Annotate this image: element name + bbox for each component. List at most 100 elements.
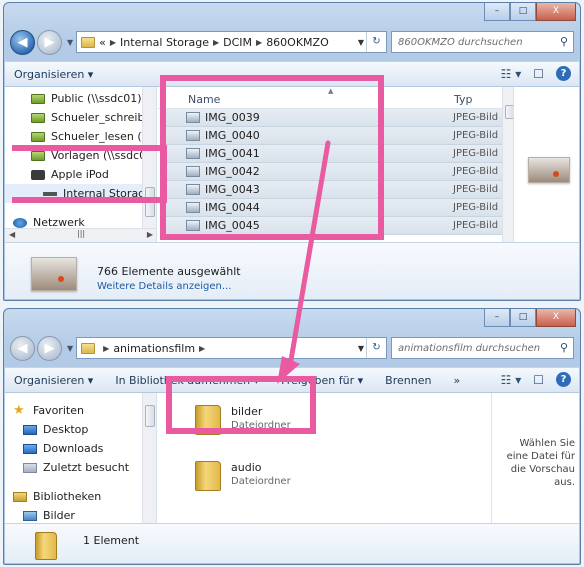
column-type[interactable]: Typ (454, 93, 473, 106)
back-button[interactable]: ◀ (10, 29, 35, 55)
organize-menu[interactable]: Organisieren ▾ (14, 68, 93, 81)
nav-item-label: Favoriten (33, 404, 84, 417)
view-options-icon[interactable]: ☷ ▾ (501, 373, 522, 387)
file-name: IMG_0042 (205, 165, 260, 178)
nav-item-label: Downloads (43, 442, 104, 455)
file-row[interactable]: IMG_0042 JPEG-Bild (160, 163, 515, 181)
folder-item-bilder[interactable]: bilder Dateiordner (195, 405, 291, 435)
file-row[interactable]: IMG_0045 JPEG-Bild (160, 217, 515, 235)
network-drive-icon (31, 112, 45, 123)
back-button[interactable]: ◀ (10, 335, 35, 361)
maximize-button[interactable]: □ (510, 3, 536, 21)
address-prefix[interactable]: « (99, 36, 106, 49)
close-button[interactable]: X (536, 309, 576, 327)
ipod-icon (31, 169, 45, 180)
column-header: ▲ Name Typ (158, 87, 517, 109)
preview-pane-icon[interactable]: ☐ (533, 373, 544, 387)
organize-menu[interactable]: Organisieren ▾ (14, 374, 93, 387)
nav-item-zuletzt-besucht[interactable]: Zuletzt besucht (5, 458, 156, 477)
share-with-menu[interactable]: Freigeben für ▾ (281, 374, 363, 387)
network-drive-icon (31, 150, 45, 161)
nav-item-downloads[interactable]: Downloads (5, 439, 156, 458)
nav-item-bilder[interactable]: Bilder (5, 506, 156, 523)
details-pane: 1 Element (5, 523, 579, 563)
nav-item-public-drive[interactable]: Public (\\ssdc01) (P:) (5, 89, 156, 108)
forward-arrow-icon: ▶ (44, 34, 55, 50)
item-count: 1 Element (83, 534, 140, 547)
minimize-button[interactable]: – (484, 3, 510, 21)
nav-horizontal-scrollbar[interactable]: ◀ ||| ▶ (5, 228, 156, 242)
network-icon (13, 217, 27, 228)
preview-message: Wählen Sie eine Datei für die Vorschau a… (506, 438, 575, 488)
file-row[interactable]: IMG_0044 JPEG-Bild (160, 199, 515, 217)
address-dropdown-icon[interactable]: ▼ (358, 344, 364, 353)
close-button[interactable]: X (536, 3, 576, 21)
more-commands-button[interactable]: » (453, 374, 460, 387)
address-bar[interactable]: « ▶ Internal Storage ▶ DCIM ▶ 860OKMZO ▼… (76, 31, 387, 53)
file-name: IMG_0041 (205, 147, 260, 160)
breadcrumb-dcim[interactable]: DCIM (223, 36, 252, 49)
nav-scrollbar[interactable] (142, 87, 156, 242)
nav-item-schueler-schreiben[interactable]: Schueler_schreiben (\ (5, 108, 156, 127)
file-row[interactable]: IMG_0043 JPEG-Bild (160, 181, 515, 199)
breadcrumb-internal-storage[interactable]: Internal Storage (120, 36, 209, 49)
nav-item-label: Bibliotheken (33, 490, 102, 503)
forward-button[interactable]: ▶ (37, 335, 62, 361)
add-to-library-menu[interactable]: In Bibliothek aufnehmen ▾ (115, 374, 259, 387)
nav-item-schueler-lesen[interactable]: Schueler_lesen (\\ssd (5, 127, 156, 146)
file-type: JPEG-Bild (453, 148, 499, 159)
scroll-left-icon[interactable]: ◀ (9, 230, 15, 239)
refresh-icon[interactable]: ↻ (366, 338, 386, 358)
file-row[interactable]: IMG_0041 JPEG-Bild (160, 145, 515, 163)
refresh-icon[interactable]: ↻ (366, 32, 386, 52)
nav-item-internal-storage[interactable]: Internal Storage (5, 184, 156, 203)
nav-item-bibliotheken[interactable]: Bibliotheken (5, 487, 156, 506)
storage-icon (43, 191, 57, 196)
folder-icon (195, 461, 221, 491)
nav-scrollbar[interactable] (142, 393, 156, 523)
search-input[interactable]: 860OKMZO durchsuchen ⚲ (391, 31, 574, 53)
burn-button[interactable]: Brennen (385, 374, 431, 387)
search-input[interactable]: animationsfilm durchsuchen ⚲ (391, 337, 574, 359)
image-thumbnail (528, 157, 570, 183)
search-icon[interactable]: ⚲ (560, 341, 568, 354)
nav-item-vorlagen[interactable]: Vorlagen (\\ssdc01) ( (5, 146, 156, 165)
details-pane: 766 Elemente ausgewählt Weitere Details … (5, 242, 579, 299)
view-options-icon[interactable]: ☷ ▾ (501, 67, 522, 81)
scrollbar-thumb[interactable] (145, 187, 155, 217)
folder-item-audio[interactable]: audio Dateiordner (195, 461, 291, 491)
scroll-grip-icon[interactable]: ||| (77, 229, 85, 238)
preview-pane-icon[interactable]: ☐ (533, 67, 544, 81)
search-icon[interactable]: ⚲ (560, 35, 568, 48)
folder-type: Dateiordner (231, 420, 291, 431)
help-icon[interactable]: ? (556, 66, 571, 81)
address-dropdown-icon[interactable]: ▼ (358, 38, 364, 47)
nav-item-apple-ipod[interactable]: Apple iPod (5, 165, 156, 184)
scrollbar-thumb[interactable] (145, 405, 155, 427)
breadcrumb-860okmzo[interactable]: 860OKMZO (266, 36, 329, 49)
folder-name: audio (231, 461, 262, 474)
nav-item-favoriten[interactable]: ★ Favoriten (5, 401, 156, 420)
nav-item-desktop[interactable]: Desktop (5, 420, 156, 439)
command-bar: Organisieren ▾ ☷ ▾ ☐ ? (5, 61, 579, 87)
file-row[interactable]: IMG_0039 JPEG-Bild (160, 109, 515, 127)
more-details-link[interactable]: Weitere Details anzeigen... (97, 281, 231, 292)
recent-pages-dropdown-icon[interactable]: ▼ (67, 344, 73, 353)
jpeg-file-icon (186, 184, 200, 195)
nav-item-label: Zuletzt besucht (43, 461, 130, 474)
file-row[interactable]: IMG_0040 JPEG-Bild (160, 127, 515, 145)
jpeg-file-icon (186, 202, 200, 213)
maximize-button[interactable]: □ (510, 309, 536, 327)
file-type: JPEG-Bild (453, 130, 499, 141)
recent-pages-dropdown-icon[interactable]: ▼ (67, 38, 73, 47)
forward-button[interactable]: ▶ (37, 29, 62, 55)
breadcrumb-animationsfilm[interactable]: animationsfilm (113, 342, 195, 355)
desktop-icon (23, 424, 37, 435)
address-bar[interactable]: ▶ animationsfilm ▶ ▼ ↻ (76, 337, 387, 359)
jpeg-file-icon (186, 130, 200, 141)
caption-buttons: – □ X (484, 309, 576, 327)
column-name[interactable]: Name (188, 93, 220, 106)
help-icon[interactable]: ? (556, 372, 571, 387)
minimize-button[interactable]: – (484, 309, 510, 327)
scroll-right-icon[interactable]: ▶ (147, 230, 153, 239)
